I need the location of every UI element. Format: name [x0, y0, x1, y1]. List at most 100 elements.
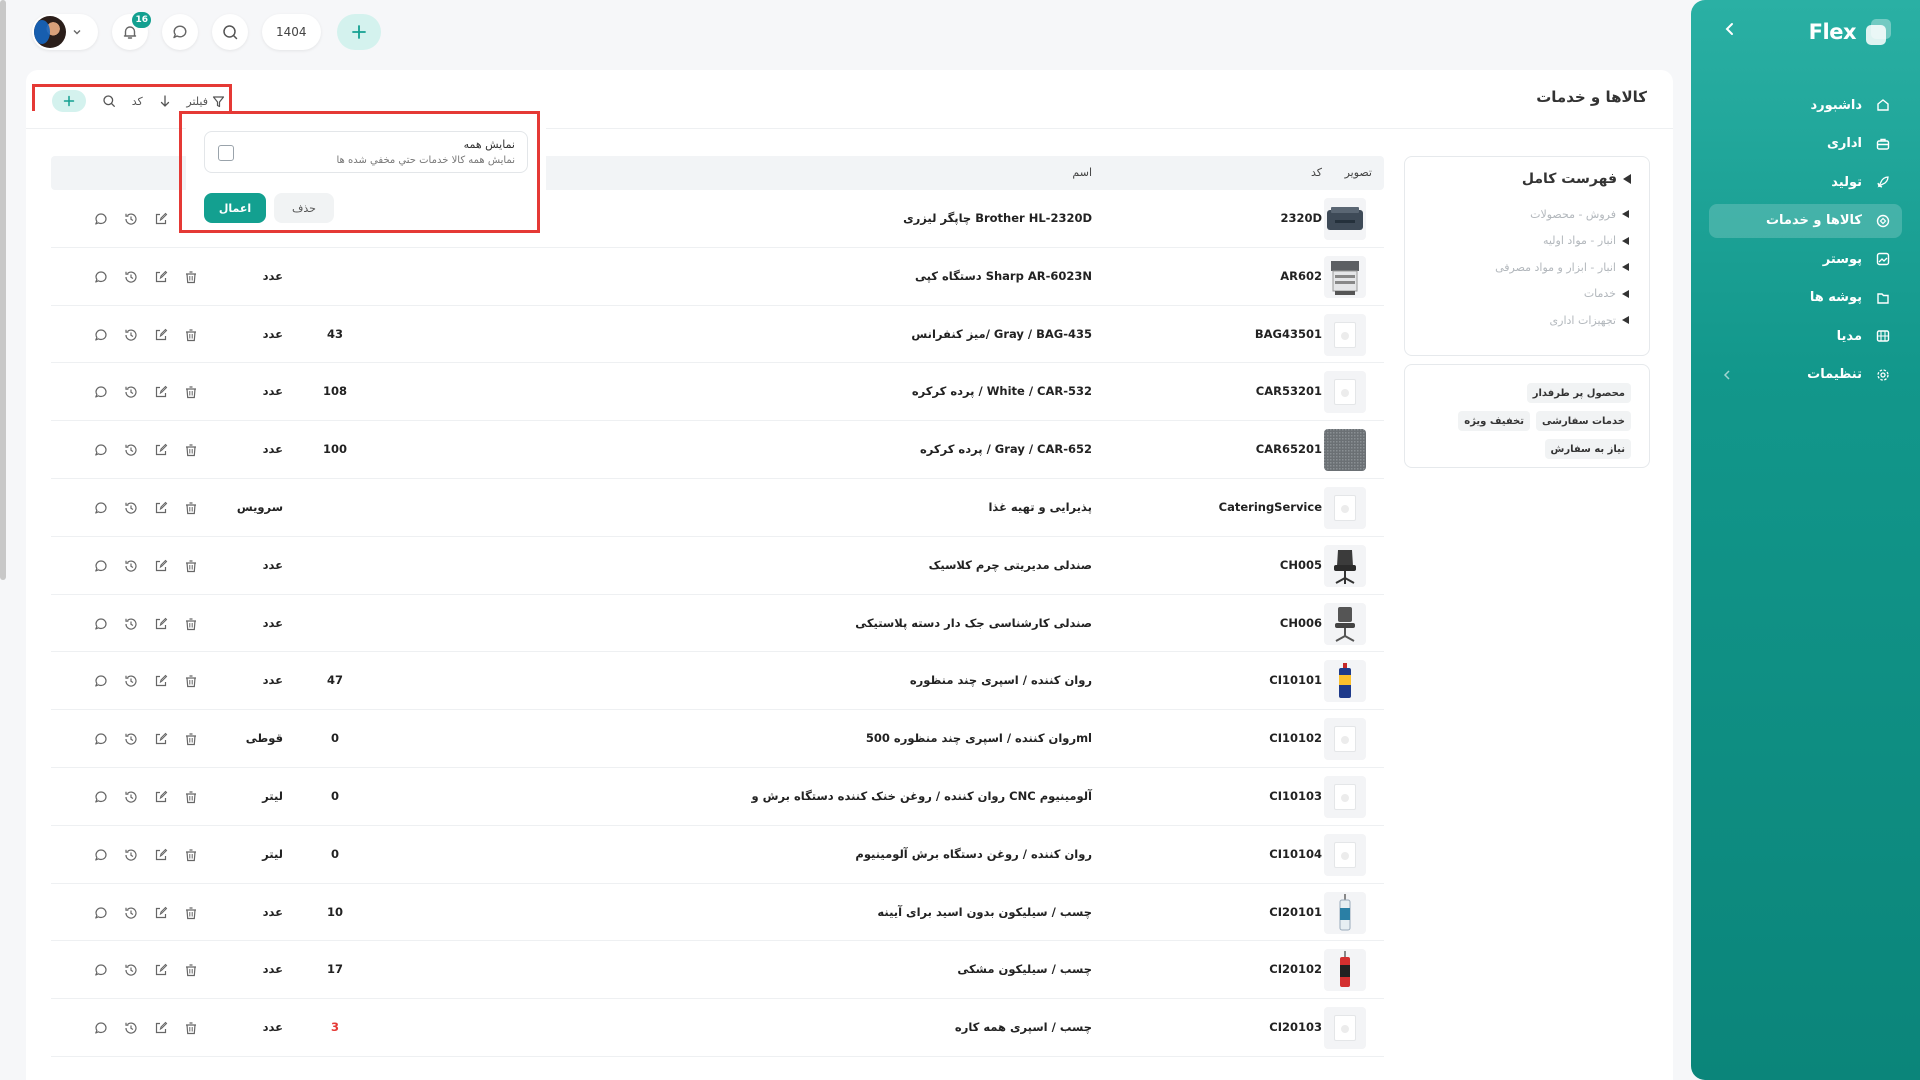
product-name[interactable]: چسب / سیلیکون بدون اسید برای آیینه	[492, 905, 1092, 919]
tag-chip[interactable]: تخفیف ویژه	[1458, 411, 1531, 431]
trash-icon[interactable]	[183, 1020, 199, 1036]
table-search-button[interactable]	[102, 94, 116, 108]
tag-chip[interactable]: نیاز به سفارش	[1544, 439, 1631, 459]
trash-icon[interactable]	[183, 616, 199, 632]
sidebar-item-production[interactable]: تولید	[1709, 165, 1902, 199]
tag-chip[interactable]: خدمات سفارشی	[1536, 411, 1631, 431]
category-root[interactable]: فهرست کامل	[1522, 171, 1631, 187]
page-scrollbar[interactable]	[0, 0, 6, 580]
add-product-button[interactable]	[52, 90, 86, 112]
product-name[interactable]: روان کننده / اسپری چند منظوره 500ml	[492, 731, 1092, 745]
edit-icon[interactable]	[153, 962, 169, 978]
product-name[interactable]: صندلی مدیریتی چرم کلاسیک	[492, 558, 1092, 572]
comment-icon[interactable]	[93, 731, 109, 747]
product-name[interactable]: روان کننده / اسپری چند منظوره	[492, 673, 1092, 687]
history-icon[interactable]	[123, 1020, 139, 1036]
sidebar-item-folders[interactable]: پوشه ها	[1709, 281, 1902, 315]
product-name[interactable]: پرده کرکره / White / CAR-532	[492, 384, 1092, 398]
show-all-checkbox[interactable]	[218, 145, 234, 161]
show-all-option[interactable]: نمایش همه نمایش همه کالا خدمات حتي مخفي …	[204, 131, 528, 173]
table-row[interactable]: CI20103 چسب / اسپری همه کاره 3 عدد	[51, 999, 1384, 1057]
product-name[interactable]: پذیرایی و تهیه غذا	[492, 500, 1092, 514]
history-icon[interactable]	[123, 327, 139, 343]
comment-icon[interactable]	[93, 384, 109, 400]
table-row[interactable]: AR602 دستگاه کپی Sharp AR-6023N عدد	[51, 248, 1384, 306]
comment-icon[interactable]	[93, 673, 109, 689]
search-button[interactable]	[212, 14, 248, 50]
table-row[interactable]: CateringService پذیرایی و تهیه غذا سرویس	[51, 479, 1384, 537]
category-item[interactable]: تجهیزات اداری	[1409, 307, 1629, 334]
trash-icon[interactable]	[183, 731, 199, 747]
history-icon[interactable]	[123, 847, 139, 863]
trash-icon[interactable]	[183, 558, 199, 574]
comment-icon[interactable]	[93, 905, 109, 921]
history-icon[interactable]	[123, 731, 139, 747]
edit-icon[interactable]	[153, 442, 169, 458]
trash-icon[interactable]	[183, 442, 199, 458]
product-name[interactable]: میز کنفرانس/ Gray / BAG-435	[492, 327, 1092, 341]
product-name[interactable]: چسب / اسپری همه کاره	[492, 1020, 1092, 1034]
category-item[interactable]: خدمات	[1409, 281, 1629, 308]
comment-icon[interactable]	[93, 1020, 109, 1036]
collapse-sidebar-button[interactable]	[1721, 20, 1739, 38]
trash-icon[interactable]	[183, 789, 199, 805]
product-name[interactable]: روان کننده / روغن دستگاه برش آلومینیوم	[492, 847, 1092, 861]
trash-icon[interactable]	[183, 962, 199, 978]
table-row[interactable]: CI10101 روان کننده / اسپری چند منظوره 47 عد…	[51, 652, 1384, 711]
sort-direction-button[interactable]	[159, 94, 171, 108]
history-icon[interactable]	[123, 962, 139, 978]
sidebar-item-settings[interactable]: تنظیمات	[1709, 358, 1902, 392]
category-item[interactable]: فروش - محصولات	[1409, 201, 1629, 228]
comment-icon[interactable]	[93, 500, 109, 516]
trash-icon[interactable]	[183, 905, 199, 921]
sidebar-item-poster[interactable]: پوستر	[1709, 242, 1902, 276]
history-icon[interactable]	[123, 442, 139, 458]
trash-icon[interactable]	[183, 847, 199, 863]
filter-button[interactable]: فیلتر	[186, 95, 225, 108]
product-name[interactable]: چسب / سیلیکون مشکی	[492, 962, 1092, 976]
comment-icon[interactable]	[93, 962, 109, 978]
sidebar-item-media[interactable]: مدیا	[1709, 319, 1902, 353]
category-item[interactable]: انبار - ابزار و مواد مصرفی	[1409, 254, 1629, 281]
table-row[interactable]: CH006 صندلی کارشناسی جک دار دسته پلاستیکی…	[51, 595, 1384, 653]
apply-filter-button[interactable]: اعمال	[204, 193, 266, 223]
comment-icon[interactable]	[93, 269, 109, 285]
comment-icon[interactable]	[93, 211, 109, 227]
table-row[interactable]: CAR65201 پرده کرکره / Gray / CAR-652 100 عد…	[51, 421, 1384, 479]
sort-by-code[interactable]: کد	[132, 95, 143, 108]
product-name[interactable]: چاپگر لیزری Brother HL-2320D	[492, 211, 1092, 225]
table-row[interactable]: CI10102 روان کننده / اسپری چند منظوره 500…	[51, 710, 1384, 768]
category-item[interactable]: انبار - مواد اولیه	[1409, 228, 1629, 255]
trash-icon[interactable]	[183, 384, 199, 400]
remove-filter-button[interactable]: حذف	[274, 193, 334, 223]
tag-chip[interactable]: محصول پر طرفدار	[1526, 383, 1631, 403]
edit-icon[interactable]	[153, 500, 169, 516]
edit-icon[interactable]	[153, 384, 169, 400]
history-icon[interactable]	[123, 211, 139, 227]
column-header-code[interactable]: کد	[1311, 166, 1322, 179]
edit-icon[interactable]	[153, 327, 169, 343]
table-row[interactable]: BAG43501 میز کنفرانس/ Gray / BAG-435 43 عدد	[51, 306, 1384, 364]
product-name[interactable]: صندلی کارشناسی جک دار دسته پلاستیکی	[492, 616, 1092, 630]
sidebar-item-products[interactable]: کالاها و خدمات	[1709, 203, 1902, 238]
comment-icon[interactable]	[93, 442, 109, 458]
table-row[interactable]: CI20102 چسب / سیلیکون مشکی 17 عدد	[51, 941, 1384, 1000]
comment-icon[interactable]	[93, 616, 109, 632]
edit-icon[interactable]	[153, 905, 169, 921]
table-row[interactable]: CI20101 چسب / سیلیکون بدون اسید برای آیین…	[51, 884, 1384, 942]
edit-icon[interactable]	[153, 211, 169, 227]
edit-icon[interactable]	[153, 1020, 169, 1036]
user-menu[interactable]	[32, 14, 98, 50]
trash-icon[interactable]	[183, 327, 199, 343]
table-row[interactable]: CI10103 روان کننده / روغن خنک کننده دستگا…	[51, 768, 1384, 826]
table-row[interactable]: CAR53201 پرده کرکره / White / CAR-532 108 ع…	[51, 363, 1384, 422]
column-header-name[interactable]: اسم	[1072, 166, 1092, 179]
edit-icon[interactable]	[153, 789, 169, 805]
edit-icon[interactable]	[153, 558, 169, 574]
fiscal-year-selector[interactable]: 1404	[262, 14, 321, 50]
edit-icon[interactable]	[153, 269, 169, 285]
comment-icon[interactable]	[93, 789, 109, 805]
edit-icon[interactable]	[153, 616, 169, 632]
product-name[interactable]: روان کننده / روغن خنک کننده دستگاه برش و…	[492, 789, 1092, 803]
history-icon[interactable]	[123, 500, 139, 516]
